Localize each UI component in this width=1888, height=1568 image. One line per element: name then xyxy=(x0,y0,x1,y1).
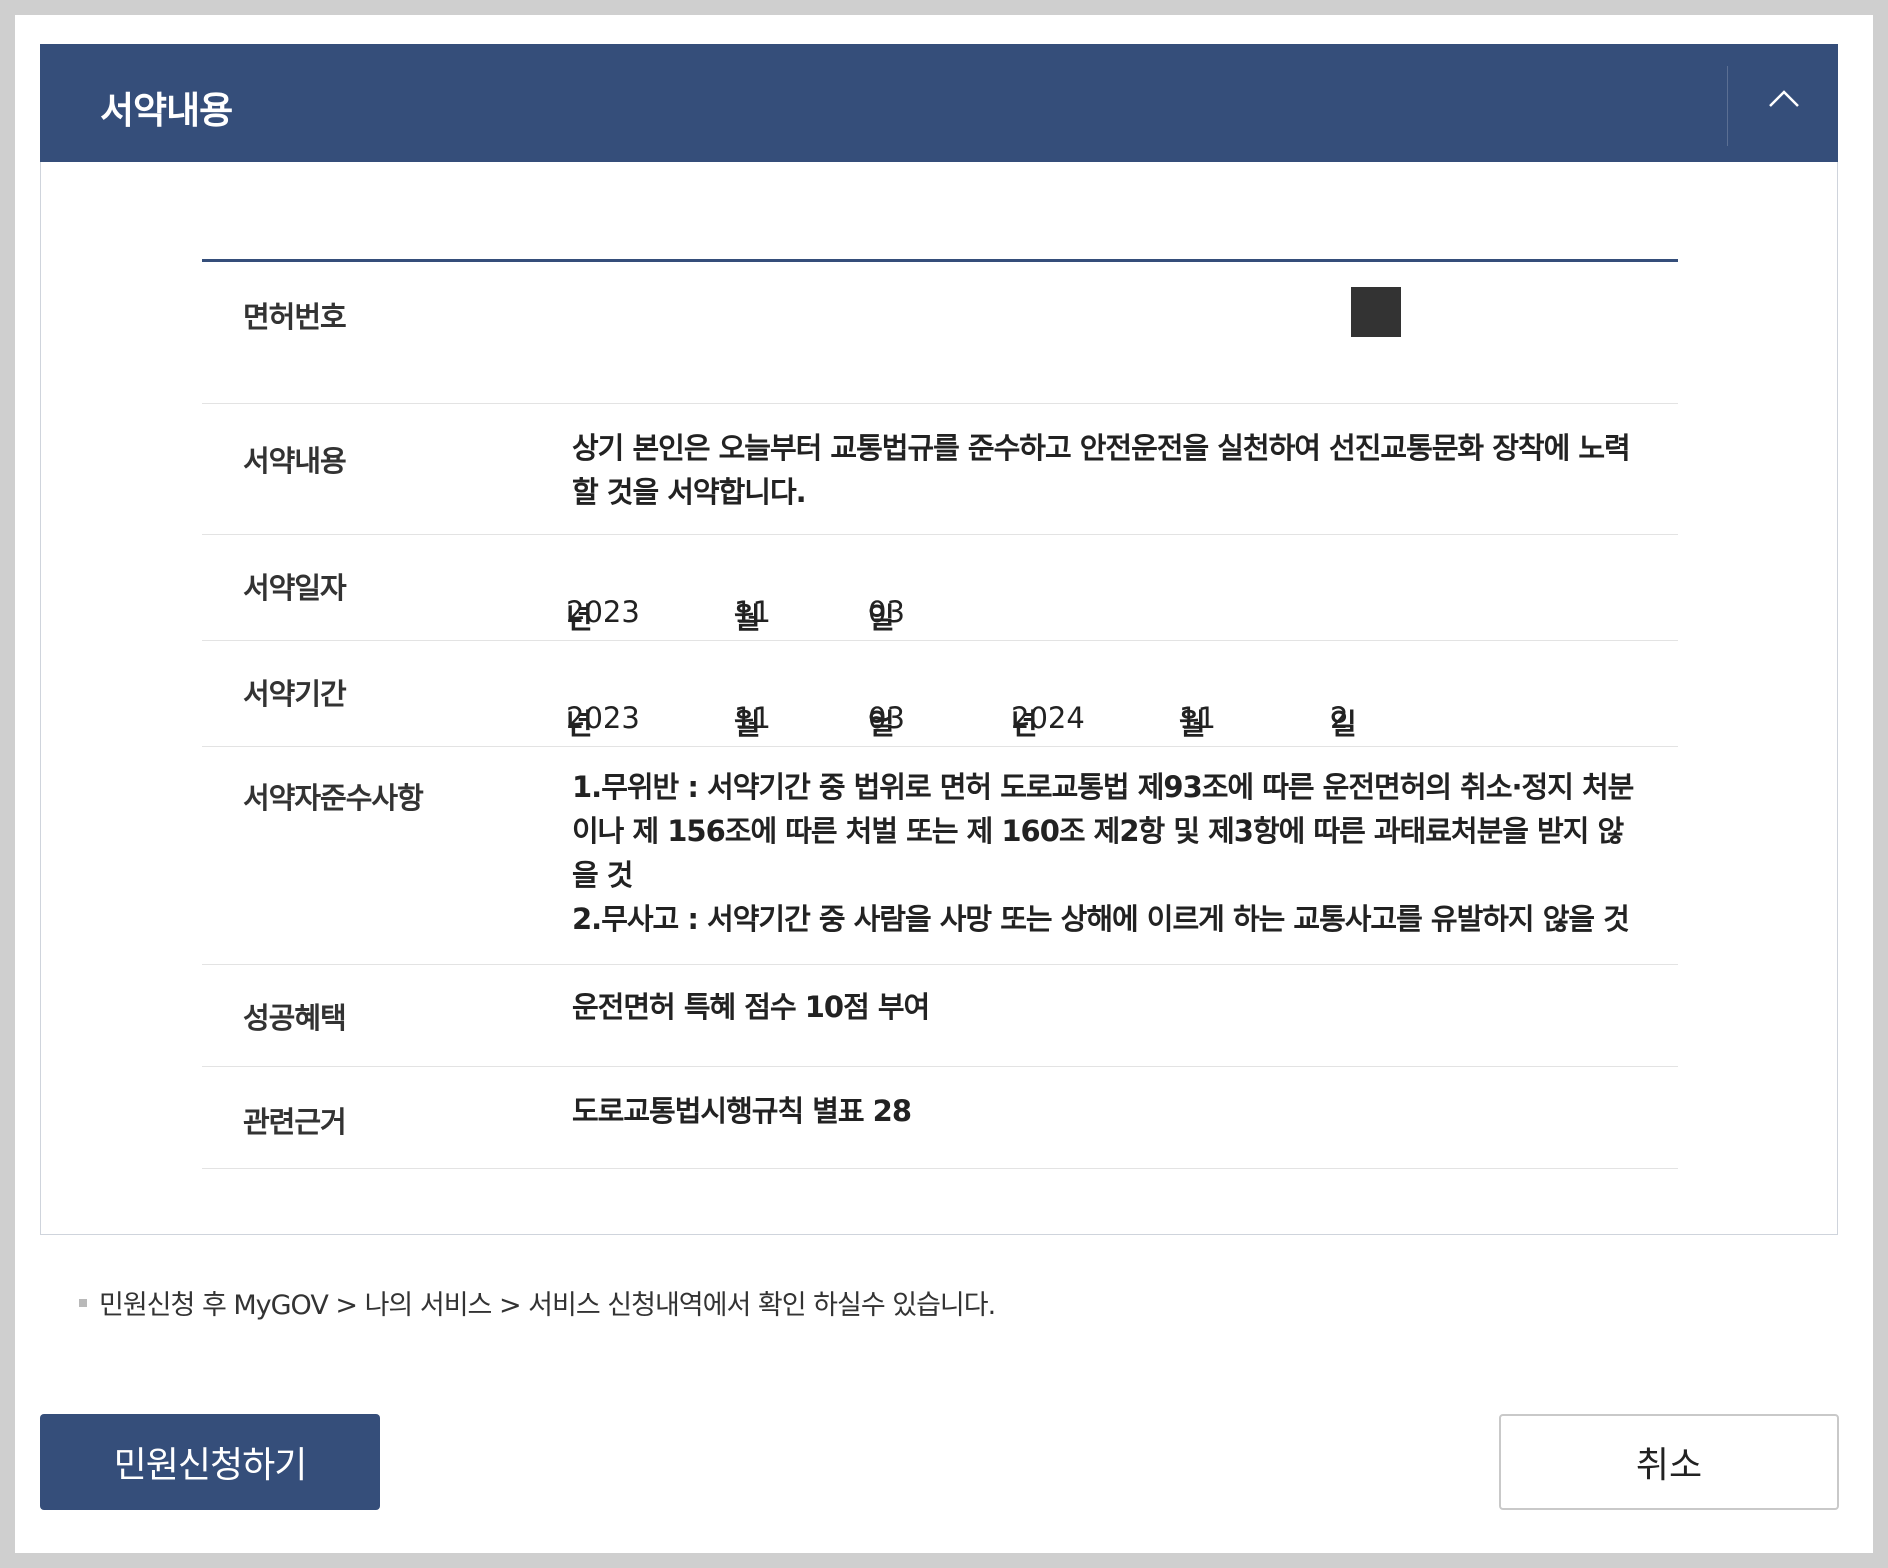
period-separator: ~ xyxy=(868,701,893,735)
rules-value: 1.무위반 : 서약기간 중 법위로 면허 도로교통법 제93조에 따른 운전면… xyxy=(572,747,1678,964)
panel-header: 서약내용 xyxy=(40,44,1838,162)
header-divider xyxy=(1727,66,1728,146)
rule-item-2: 2.무사고 : 서약기간 중 사람을 사망 또는 상해에 이르게 하는 교통사고… xyxy=(572,902,1630,936)
period-end-year-unit: 년 xyxy=(1011,707,1038,741)
content-value: 상기 본인은 오늘부터 교통법규를 준수하고 안전운전을 실천하여 선진교통문화… xyxy=(572,431,1631,509)
pledge-panel: 서약내용 면허번호 서약내용 상기 본인은 오늘부터 교통법규를 준수하고 안전… xyxy=(40,44,1838,1235)
content-row: 서약내용 상기 본인은 오늘부터 교통법규를 준수하고 안전운전을 실천하여 선… xyxy=(202,404,1678,535)
period-end-month-unit: 월 xyxy=(1179,707,1206,741)
period-label: 서약기간 xyxy=(243,677,347,711)
license-row: 면허번호 xyxy=(202,262,1678,404)
period-end-day-unit: 일 xyxy=(1330,707,1357,741)
submit-application-button[interactable]: 민원신청하기 xyxy=(40,1414,380,1510)
period-start-month-unit: 월 xyxy=(734,707,761,741)
date-label: 서약일자 xyxy=(243,571,347,605)
rules-row: 서약자준수사항 1.무위반 : 서약기간 중 법위로 면허 도로교통법 제93조… xyxy=(202,747,1678,965)
basis-row: 관련근거 도로교통법시행규칙 별표 28 xyxy=(202,1067,1678,1169)
rules-label: 서약자준수사항 xyxy=(243,781,424,815)
date-month-unit: 월 xyxy=(734,601,761,635)
benefit-row: 성공혜택 운전면허 특혜 점수 10점 부여 xyxy=(202,965,1678,1067)
license-value xyxy=(572,262,1678,403)
cancel-button[interactable]: 취소 xyxy=(1499,1414,1839,1510)
basis-value: 도로교통법시행규칙 별표 28 xyxy=(572,1094,912,1128)
license-label: 면허번호 xyxy=(243,300,347,334)
period-row: 서약기간 2023 년 11 월 03 일 ~ 2024 년 11 월 2 일 xyxy=(202,641,1678,747)
info-note-text: 민원신청 후 MyGOV > 나의 서비스 > 서비스 신청내역에서 확인 하실… xyxy=(99,1290,996,1321)
chevron-up-icon xyxy=(1769,90,1799,107)
info-note: 민원신청 후 MyGOV > 나의 서비스 > 서비스 신청내역에서 확인 하실… xyxy=(79,1283,996,1322)
date-row: 서약일자 2023 년 11 월 03 일 xyxy=(202,535,1678,641)
masked-license-number xyxy=(1351,287,1401,337)
date-value: 2023 년 11 월 03 일 xyxy=(566,535,1678,641)
pledge-table: 면허번호 서약내용 상기 본인은 오늘부터 교통법규를 준수하고 안전운전을 실… xyxy=(202,259,1678,1169)
panel-title: 서약내용 xyxy=(100,89,233,132)
basis-label: 관련근거 xyxy=(243,1105,347,1139)
content-label: 서약내용 xyxy=(243,444,347,478)
benefit-value: 운전면허 특혜 점수 10점 부여 xyxy=(572,990,930,1024)
collapse-button[interactable] xyxy=(1730,44,1838,162)
rule-item-1: 1.무위반 : 서약기간 중 법위로 면허 도로교통법 제93조에 따른 운전면… xyxy=(572,770,1634,892)
benefit-label: 성공혜택 xyxy=(243,1001,347,1035)
period-start-year-unit: 년 xyxy=(566,707,593,741)
bullet-icon xyxy=(79,1298,87,1307)
period-value: 2023 년 11 월 03 일 ~ 2024 년 11 월 2 일 xyxy=(566,641,1678,747)
date-day-unit: 일 xyxy=(868,601,895,635)
date-year-unit: 년 xyxy=(566,601,593,635)
page-frame: 서약내용 면허번호 서약내용 상기 본인은 오늘부터 교통법규를 준수하고 안전… xyxy=(15,15,1873,1553)
